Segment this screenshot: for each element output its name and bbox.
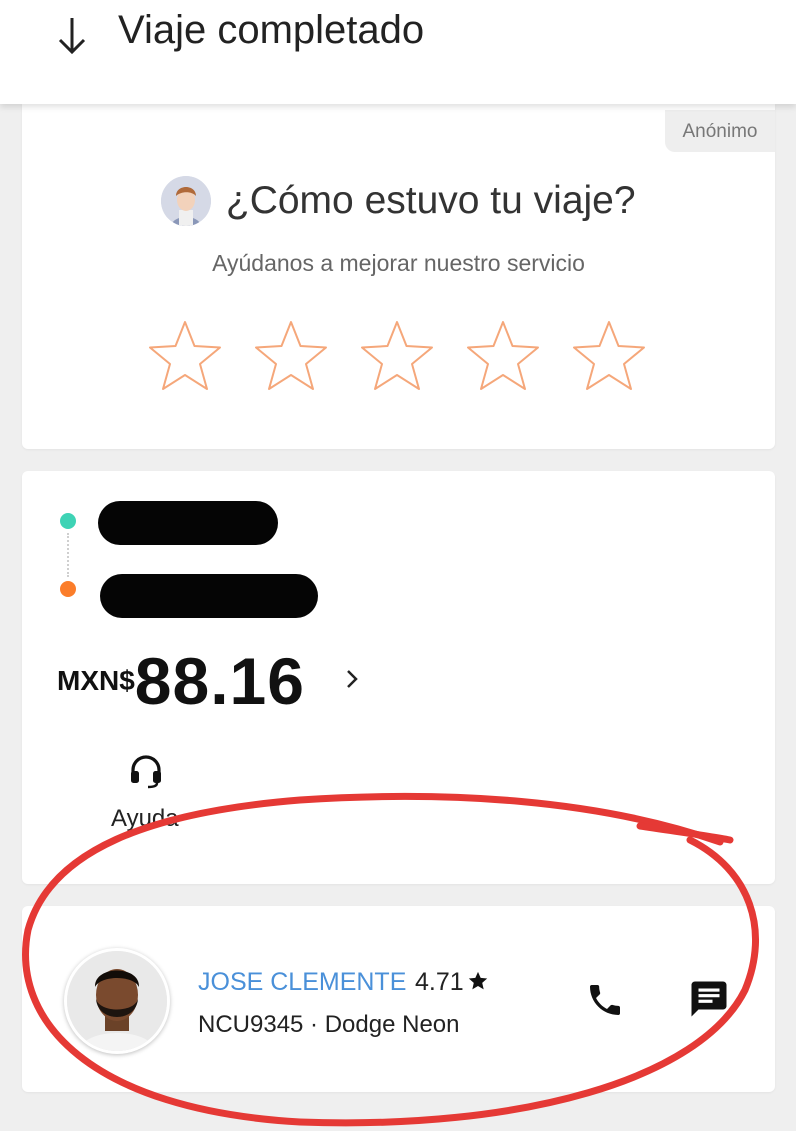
phone-icon[interactable] xyxy=(585,980,625,1020)
user-avatar-icon xyxy=(161,176,212,226)
anonymous-toggle[interactable]: Anónimo xyxy=(665,110,775,152)
help-label[interactable]: Ayuda xyxy=(111,805,179,833)
trip-card: MXN$88.16 Ayuda xyxy=(22,471,775,884)
chevron-right-icon[interactable] xyxy=(342,665,364,693)
star-icon-1[interactable] xyxy=(147,318,223,394)
rating-card: Anónimo ¿Cómo estuvo tu viaje? Ayúdanos … xyxy=(22,104,775,449)
headset-icon[interactable] xyxy=(128,753,164,789)
redacted-dropoff-address xyxy=(100,574,318,618)
chat-icon[interactable] xyxy=(688,978,730,1020)
rating-question: ¿Cómo estuvo tu viaje? xyxy=(225,179,636,222)
driver-name: JOSE CLEMENTE xyxy=(198,968,407,996)
redacted-pickup-address xyxy=(98,501,278,545)
vehicle-info: NCU9345 · Dodge Neon xyxy=(198,1011,460,1038)
star-icon-4[interactable] xyxy=(465,318,541,394)
page-title: Viaje completado xyxy=(118,8,425,52)
driver-avatar xyxy=(64,948,170,1054)
fare-amount: 88.16 xyxy=(134,644,305,718)
dropoff-dot-icon xyxy=(60,581,76,597)
star-icon-5[interactable] xyxy=(571,318,647,394)
star-rating xyxy=(147,318,657,394)
star-icon-2[interactable] xyxy=(253,318,329,394)
driver-card: JOSE CLEMENTE 4.71 NCU9345 · Dodge Neon xyxy=(22,906,775,1092)
top-bar: Viaje completado xyxy=(0,0,796,104)
star-filled-icon xyxy=(468,971,488,990)
pickup-dot-icon xyxy=(60,513,76,529)
rating-header: ¿Cómo estuvo tu viaje? xyxy=(22,176,775,226)
arrow-down-icon[interactable] xyxy=(52,12,92,60)
rating-subtitle: Ayúdanos a mejorar nuestro servicio xyxy=(212,250,585,276)
fare-currency: MXN$ xyxy=(57,665,135,696)
route-connector xyxy=(67,533,69,577)
star-icon-3[interactable] xyxy=(359,318,435,394)
driver-rating: 4.71 xyxy=(415,968,464,996)
fare-total[interactable]: MXN$88.16 xyxy=(57,643,305,719)
